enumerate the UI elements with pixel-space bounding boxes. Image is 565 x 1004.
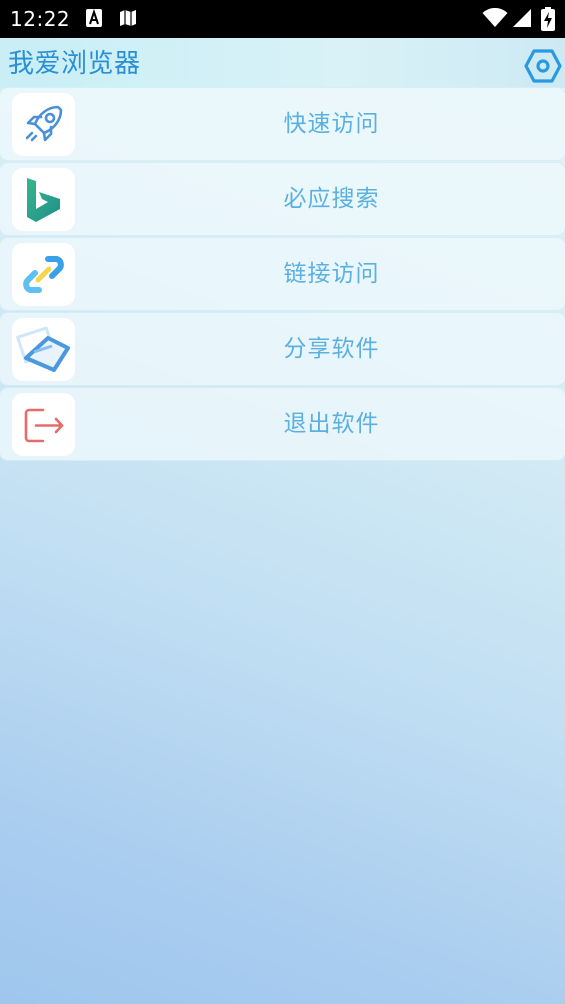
logout-icon (24, 408, 64, 443)
icon-tile (12, 393, 75, 456)
settings-button[interactable] (524, 48, 562, 84)
menu-item-share-app[interactable]: 分享软件 (0, 313, 565, 385)
status-bar: 12:22 (0, 0, 565, 38)
menu-list: 快速访问 必应搜索 链接访问 分享软件 退出软件 (0, 88, 565, 463)
wifi-icon (482, 8, 508, 27)
menu-item-label: 退出软件 (283, 411, 380, 437)
menu-item-exit-app[interactable]: 退出软件 (0, 388, 565, 460)
icon-tile (12, 243, 75, 306)
screen: 12:22 我爱浏览器 快速访问 必应搜索 链接访问 分享软件 退出软件 (0, 0, 565, 1004)
battery-charging-icon (541, 7, 555, 31)
app-bar: 我爱浏览器 (0, 38, 565, 88)
signal-icon (513, 9, 531, 27)
status-time: 12:22 (10, 7, 71, 31)
icon-tile (12, 318, 75, 381)
menu-item-quick-access[interactable]: 快速访问 (0, 88, 565, 160)
hexagon-settings-icon (524, 49, 562, 83)
menu-item-label: 链接访问 (283, 261, 380, 287)
menu-item-link-access[interactable]: 链接访问 (0, 238, 565, 310)
app-title: 我爱浏览器 (8, 49, 141, 79)
rocket-icon (25, 105, 63, 142)
menu-item-bing-search[interactable]: 必应搜索 (0, 163, 565, 235)
menu-item-label: 快速访问 (283, 111, 380, 137)
share-icon (16, 326, 70, 372)
notification-a-icon (86, 9, 102, 27)
map-icon (120, 10, 136, 26)
icon-tile (12, 168, 75, 231)
menu-item-label: 必应搜索 (283, 186, 380, 212)
icon-tile (12, 93, 75, 156)
menu-item-label: 分享软件 (283, 336, 380, 362)
link-icon (23, 256, 64, 293)
bing-logo-icon (27, 178, 60, 222)
